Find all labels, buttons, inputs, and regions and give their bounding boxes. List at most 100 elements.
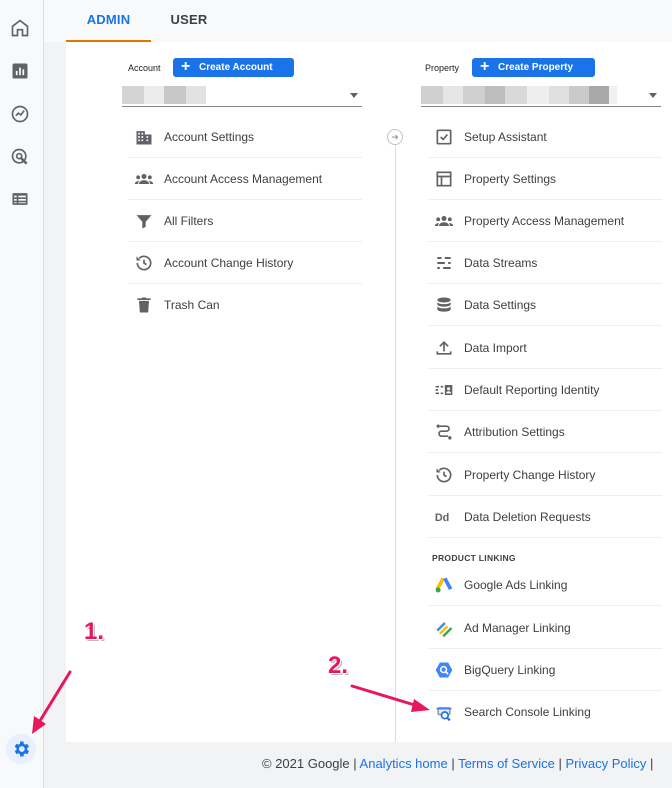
bigquery-linking-item[interactable]: BigQuery Linking [428, 649, 662, 691]
menu-item-label: Account Change History [164, 256, 294, 270]
redacted-block [505, 86, 527, 104]
menu-item-label: Ad Manager Linking [464, 621, 571, 635]
attribution-icon [434, 422, 454, 442]
menu-item-label: Account Settings [164, 130, 255, 144]
redacted-block [164, 86, 186, 104]
menu-item-label: Default Reporting Identity [464, 383, 600, 397]
column-divider [395, 130, 396, 742]
menu-item-label: Attribution Settings [464, 425, 565, 439]
menu-item-label: Google Ads Linking [464, 578, 568, 592]
property-change-history-item[interactable]: Property Change History [428, 454, 662, 496]
footer-separator: | [349, 756, 360, 771]
property-settings-item[interactable]: Property Settings [428, 158, 662, 200]
footer-separator: | [554, 756, 566, 771]
annotation-step-1: 1. [84, 618, 105, 645]
admin-tab-bar: ADMIN USER [44, 0, 672, 42]
default-reporting-identity-item[interactable]: Default Reporting Identity [428, 369, 662, 411]
terms-of-service-link[interactable]: Terms of Service [458, 756, 555, 771]
left-nav-rail [0, 0, 44, 788]
arrow-right-icon: ➜ [387, 129, 403, 145]
copyright-text: © 2021 Google [262, 756, 350, 771]
streams-icon [434, 253, 454, 273]
redacted-block [589, 86, 609, 104]
property-label: Property [425, 63, 460, 73]
menu-item-label: Account Access Management [164, 172, 323, 186]
database-icon [434, 295, 454, 315]
admin-gear-button[interactable] [6, 734, 36, 764]
dd-icon: Dd [434, 507, 454, 527]
configure-icon[interactable] [10, 189, 30, 209]
create-property-label: Create Property [498, 62, 574, 73]
account-settings-item[interactable]: Account Settings [128, 116, 362, 158]
menu-item-label: BigQuery Linking [464, 663, 556, 677]
upload-icon [434, 338, 454, 358]
redacted-block [569, 86, 589, 104]
plus-icon: + [181, 58, 191, 75]
plus-icon: + [480, 58, 490, 75]
menu-item-label: Trash Can [164, 298, 220, 312]
footer-separator: | [646, 756, 654, 771]
redacted-block [549, 86, 569, 104]
people-icon [434, 211, 454, 231]
redacted-block [463, 86, 485, 104]
menu-item-label: Property Access Management [464, 214, 625, 228]
trash-can-item[interactable]: Trash Can [128, 284, 362, 326]
attribution-settings-item[interactable]: Attribution Settings [428, 411, 662, 453]
menu-item-label: Data Deletion Requests [464, 510, 591, 524]
menu-item-label: Data Settings [464, 298, 537, 312]
ad-manager-icon [434, 618, 454, 638]
redacted-block [122, 86, 144, 104]
google-ads-icon [434, 575, 454, 595]
google-ads-linking-item[interactable]: Google Ads Linking [428, 564, 662, 606]
tab-admin[interactable]: ADMIN [66, 0, 151, 42]
account-label: Account [128, 63, 161, 73]
data-settings-item[interactable]: Data Settings [428, 284, 662, 326]
window-icon [434, 169, 454, 189]
footer-separator: | [447, 756, 459, 771]
setup-assistant-item[interactable]: Setup Assistant [428, 116, 662, 158]
account-access-management-item[interactable]: Account Access Management [128, 158, 362, 200]
svg-text:Dd: Dd [435, 512, 449, 524]
create-property-button[interactable]: + Create Property [472, 58, 595, 77]
property-selector[interactable] [421, 84, 661, 107]
home-icon[interactable] [10, 18, 30, 38]
product-linking-heading: PRODUCT LINKING [432, 553, 516, 563]
building-icon [134, 127, 154, 147]
people-icon [134, 169, 154, 189]
menu-item-label: Data Streams [464, 256, 538, 270]
history-icon [134, 253, 154, 273]
property-access-management-item[interactable]: Property Access Management [428, 200, 662, 242]
redacted-block [485, 86, 505, 104]
privacy-policy-link[interactable]: Privacy Policy [566, 756, 647, 771]
chevron-down-icon [350, 93, 358, 98]
bigquery-icon [434, 660, 454, 680]
ad-manager-linking-item[interactable]: Ad Manager Linking [428, 607, 662, 649]
filter-icon [134, 211, 154, 231]
search-console-linking-item[interactable]: Search Console Linking [428, 691, 662, 733]
checkbox-icon [434, 127, 454, 147]
trash-icon [134, 295, 154, 315]
data-import-item[interactable]: Data Import [428, 327, 662, 369]
menu-item-label: Setup Assistant [464, 130, 547, 144]
menu-item-label: All Filters [164, 214, 214, 228]
explore-icon[interactable] [10, 104, 30, 124]
tab-user[interactable]: USER [159, 0, 219, 40]
redacted-block [421, 86, 443, 104]
identity-icon [434, 380, 454, 400]
menu-item-label: Data Import [464, 341, 527, 355]
chevron-down-icon [649, 93, 657, 98]
data-streams-item[interactable]: Data Streams [428, 242, 662, 284]
advertising-icon[interactable] [10, 147, 30, 167]
create-account-label: Create Account [199, 62, 273, 73]
footer: © 2021 Google | Analytics home | Terms o… [262, 756, 653, 771]
create-account-button[interactable]: + Create Account [173, 58, 294, 77]
redacted-block [144, 86, 164, 104]
all-filters-item[interactable]: All Filters [128, 200, 362, 242]
redacted-block [609, 86, 617, 104]
account-change-history-item[interactable]: Account Change History [128, 242, 362, 284]
analytics-home-link[interactable]: Analytics home [360, 756, 448, 771]
data-deletion-requests-item[interactable]: Dd Data Deletion Requests [428, 496, 662, 538]
search-console-icon [434, 702, 454, 722]
account-selector[interactable] [122, 84, 362, 107]
reports-icon[interactable] [10, 61, 30, 81]
